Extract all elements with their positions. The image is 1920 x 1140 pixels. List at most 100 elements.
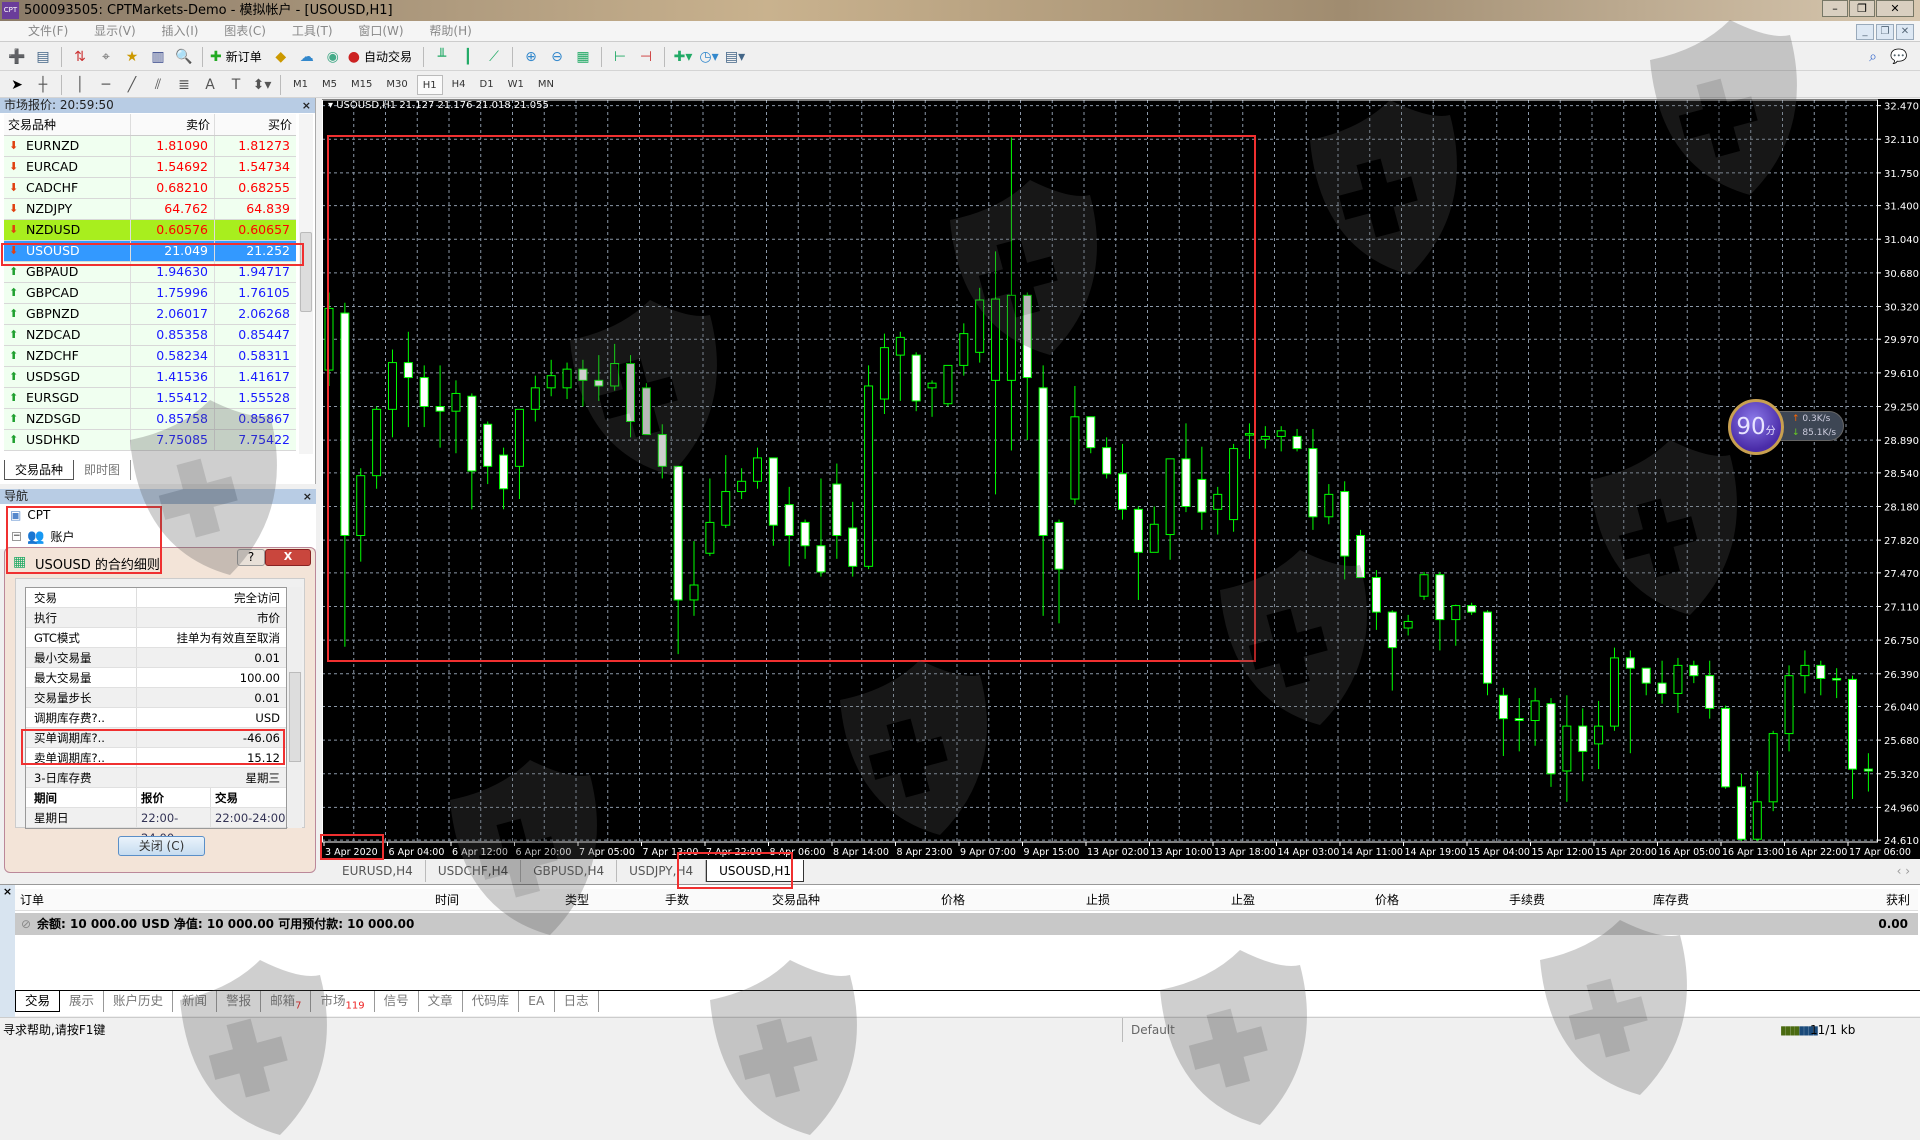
column-symbol[interactable]: 交易品种 <box>4 114 130 135</box>
menu-window[interactable]: 窗口(W) <box>358 24 403 38</box>
tab-symbols[interactable]: 交易品种 <box>4 460 75 480</box>
nav-item-cpt[interactable]: ▣ CPT <box>10 508 50 522</box>
column-bid[interactable]: 卖价 <box>130 114 214 135</box>
auto-trading-button[interactable]: ● 自动交易 <box>348 46 416 68</box>
crosshair-icon[interactable]: ┼ <box>32 74 54 96</box>
chart-window[interactable]: 32.470 32.110 31.750 31.400 31.040 30.680 30.3… <box>322 99 1920 859</box>
chart-tab-usdjpy[interactable]: USDJPY,H4 <box>617 860 707 882</box>
scrollbar[interactable] <box>299 114 313 454</box>
line-chart-icon[interactable]: ⟋ <box>483 46 505 68</box>
terminal-icon[interactable]: ▥ <box>147 46 169 68</box>
horizontal-line-icon[interactable]: ─ <box>95 74 117 96</box>
terminal-tab[interactable]: 新闻 <box>173 991 218 1012</box>
terminal-tab[interactable]: EA <box>519 991 555 1012</box>
vertical-line-icon[interactable]: │ <box>69 74 91 96</box>
timeframe-m30[interactable]: M30 <box>381 75 412 95</box>
close-icon[interactable]: × <box>0 885 15 898</box>
help-button[interactable]: ? <box>237 549 265 566</box>
menu-insert[interactable]: 插入(I) <box>162 24 199 38</box>
terminal-column-header[interactable]: 手数 <box>665 889 689 911</box>
close-icon[interactable]: × <box>302 98 311 113</box>
terminal-column-header[interactable]: 类型 <box>565 889 589 911</box>
search-icon[interactable]: ⌕ <box>1862 46 1884 68</box>
periods-icon[interactable]: ◷▾ <box>698 46 720 68</box>
scrollbar[interactable] <box>288 587 302 828</box>
terminal-tab[interactable]: 展示 <box>60 991 105 1012</box>
terminal-tab[interactable]: 警报 <box>217 991 262 1012</box>
market-watch-row[interactable]: ⬆ USDSGD 1.41536 1.41617 <box>4 367 296 388</box>
chart-shift-icon[interactable]: ⊢ <box>609 46 631 68</box>
menu-tools[interactable]: 工具(T) <box>292 24 333 38</box>
templates-icon[interactable]: ▤▾ <box>724 46 746 68</box>
market-watch-row[interactable]: ⬆ USDHKD 7.75085 7.75422 <box>4 430 296 451</box>
market-watch-row[interactable]: ⬆ GBPAUD 1.94630 1.94717 <box>4 262 296 283</box>
indicators-icon[interactable]: ✚▾ <box>672 46 694 68</box>
market-watch-row[interactable]: ⬇ USOUSD 21.049 21.252 <box>4 241 296 262</box>
menu-charts[interactable]: 图表(C) <box>224 24 266 38</box>
terminal-column-header[interactable]: 价格 <box>1375 889 1399 911</box>
restore-button[interactable]: ❐ <box>1849 0 1875 17</box>
timeframe-m15[interactable]: M15 <box>346 75 377 95</box>
scrollbar-thumb[interactable] <box>289 672 301 762</box>
terminal-side-handle[interactable]: × <box>0 885 15 1017</box>
market-watch-icon[interactable]: ⇅ <box>69 46 91 68</box>
terminal-column-header[interactable]: 止损 <box>1086 889 1110 911</box>
timeframe-d1[interactable]: D1 <box>475 75 499 95</box>
close-window-button[interactable]: ✕ <box>1876 0 1914 17</box>
terminal-column-header[interactable]: 手续费 <box>1509 889 1545 911</box>
market-watch-row[interactable]: ⬆ NZDCHF 0.58234 0.58311 <box>4 346 296 367</box>
navigator-icon[interactable]: ★ <box>121 46 143 68</box>
terminal-tab[interactable]: 信号 <box>375 991 419 1012</box>
menu-help[interactable]: 帮助(H) <box>429 24 471 38</box>
terminal-tab[interactable]: 邮箱7 <box>261 991 312 1012</box>
autoscroll-icon[interactable]: ⊣ <box>635 46 657 68</box>
collapse-icon[interactable]: − <box>12 532 21 541</box>
signals-icon[interactable]: ☁ <box>296 46 318 68</box>
scrollbar-thumb[interactable] <box>300 232 312 312</box>
terminal-tab[interactable]: 交易 <box>15 991 61 1012</box>
terminal-column-header[interactable]: 时间 <box>435 889 459 911</box>
dialog-close-button[interactable]: X <box>265 549 311 566</box>
candlestick-icon[interactable]: ┃ <box>457 46 479 68</box>
terminal-tab[interactable]: 文章 <box>419 991 463 1012</box>
minimize-button[interactable]: – <box>1822 0 1848 17</box>
terminal-tab[interactable]: 市场119 <box>311 991 375 1012</box>
tab-scroll-arrows[interactable]: ‹ › <box>1897 860 1920 882</box>
close-button[interactable]: 关闭 (C) <box>118 836 205 856</box>
arrows-icon[interactable]: ⬍▾ <box>251 74 273 96</box>
mdi-restore-button[interactable]: ❐ <box>1876 24 1894 40</box>
menu-file[interactable]: 文件(F) <box>28 24 68 38</box>
chat-icon[interactable]: 💬 <box>1888 46 1910 68</box>
menu-view[interactable]: 显示(V) <box>94 24 136 38</box>
market-watch-row[interactable]: ⬇ EURCAD 1.54692 1.54734 <box>4 157 296 178</box>
market-watch-row[interactable]: ⬆ NZDSGD 0.85758 0.85867 <box>4 409 296 430</box>
nav-item-accounts[interactable]: − 👥 账户 <box>12 528 74 545</box>
zoom-in-icon[interactable]: ⊕ <box>520 46 542 68</box>
chart-tab-usousd[interactable]: USOUSD,H1 <box>706 860 805 882</box>
market-watch-row[interactable]: ⬆ NZDCAD 0.85358 0.85447 <box>4 325 296 346</box>
terminal-column-header[interactable]: 获利 <box>1886 889 1910 911</box>
market-watch-row[interactable]: ⬇ EURNZD 1.81090 1.81273 <box>4 136 296 157</box>
mdi-minimize-button[interactable]: _ <box>1856 24 1874 40</box>
metaeditor-icon[interactable]: ◆ <box>270 46 292 68</box>
column-ask[interactable]: 买价 <box>214 114 296 135</box>
timeframe-m1[interactable]: M1 <box>288 75 313 95</box>
speed-widget[interactable]: 90分 ↑ 0.3K/s ↓ 85.1K/s <box>1728 399 1844 463</box>
zoom-out-icon[interactable]: ⊖ <box>546 46 568 68</box>
close-icon[interactable]: × <box>303 489 312 504</box>
terminal-tab[interactable]: 账户历史 <box>104 991 174 1012</box>
new-order-button[interactable]: ✚ 新订单 <box>210 46 266 68</box>
timeframe-h4[interactable]: H4 <box>447 75 471 95</box>
trendline-icon[interactable]: ╱ <box>121 74 143 96</box>
market-watch-row[interactable]: ⬇ CADCHF 0.68210 0.68255 <box>4 178 296 199</box>
terminal-column-header[interactable]: 价格 <box>941 889 965 911</box>
text-label-icon[interactable]: T <box>225 74 247 96</box>
terminal-column-header[interactable]: 库存费 <box>1653 889 1689 911</box>
chart-tab-eurusd[interactable]: EURUSD,H4 <box>330 860 426 882</box>
strategy-tester-icon[interactable]: 🔍 <box>173 46 195 68</box>
market-watch-row[interactable]: ⬆ GBPCAD 1.75996 1.76105 <box>4 283 296 304</box>
text-icon[interactable]: A <box>199 74 221 96</box>
tab-tick-chart[interactable]: 即时图 <box>74 460 132 480</box>
timeframe-h1[interactable]: H1 <box>416 74 443 95</box>
timeframe-mn[interactable]: MN <box>533 75 559 95</box>
